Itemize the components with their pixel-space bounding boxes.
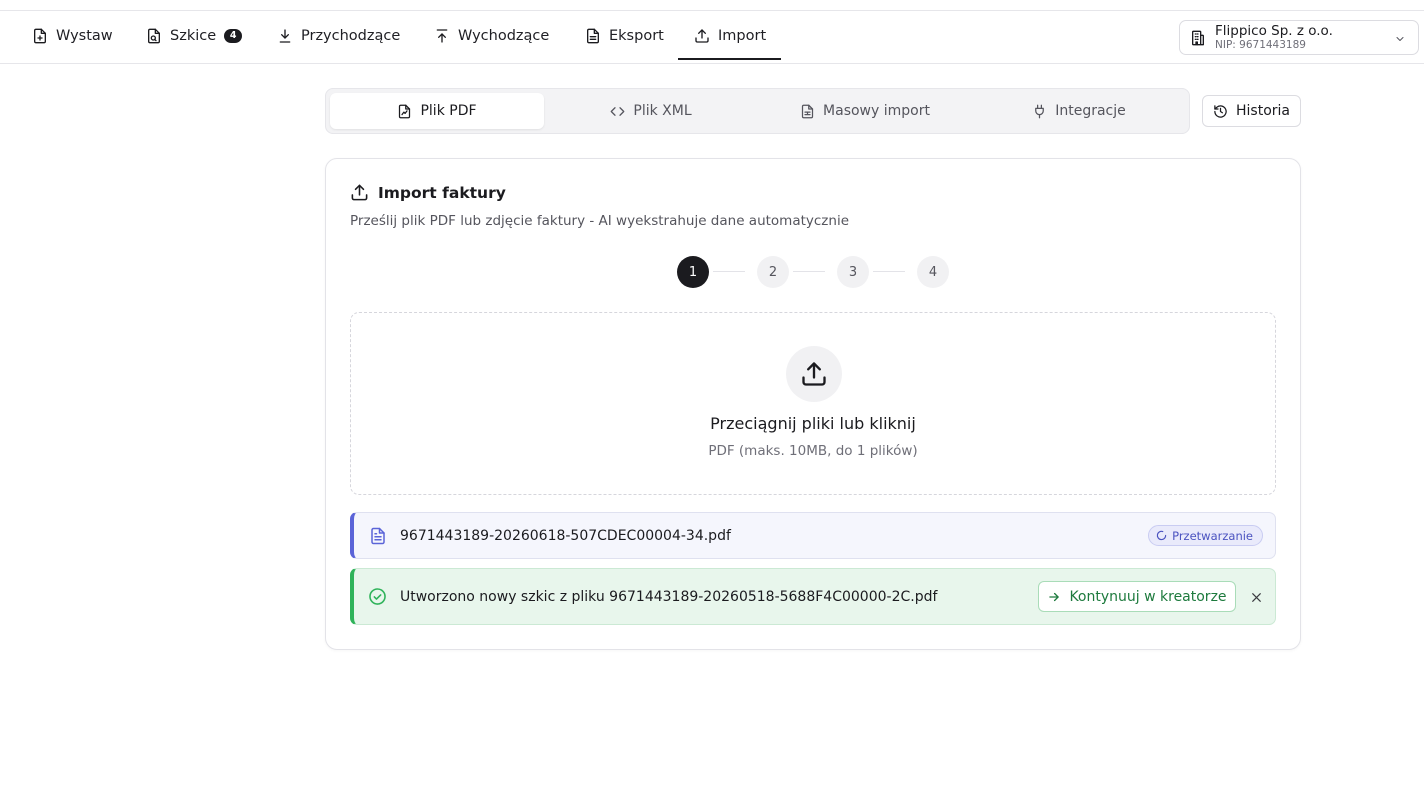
building-icon	[1192, 30, 1204, 45]
status-text: Przetwarzanie	[1172, 528, 1253, 543]
dropzone-hint: PDF (maks. 10MB, do 1 plików)	[708, 443, 918, 459]
tab-plik-xml[interactable]: Plik XML	[544, 93, 758, 129]
card-title: Import faktury	[350, 183, 506, 202]
nav-item-wystaw[interactable]: Wystaw	[32, 11, 113, 60]
import-type-tabs: Plik PDF Plik XML Masowy import Integrac…	[325, 88, 1190, 134]
tab-label: Integracje	[1055, 103, 1126, 119]
file-text-icon	[371, 527, 385, 544]
active-tab-indicator	[678, 58, 781, 60]
dropzone-title: Przeciągnij pliki lub kliknij	[710, 414, 916, 433]
drafts-icon	[148, 28, 160, 43]
upload-icon	[695, 28, 709, 43]
file-pdf-icon	[399, 104, 411, 118]
nav-item-wychodzace[interactable]: Wychodzące	[434, 11, 549, 60]
nav-label: Przychodzące	[301, 27, 401, 44]
step-connector	[793, 271, 825, 272]
spinner-icon	[1156, 530, 1167, 541]
upload-icon	[436, 28, 448, 43]
success-notification: Utworzono nowy szkic z pliku 9671443189-…	[350, 568, 1276, 625]
file-spreadsheet-icon	[801, 104, 814, 118]
tab-label: Plik PDF	[420, 103, 477, 119]
tab-masowy-import[interactable]: Masowy import	[758, 93, 972, 129]
file-dropzone[interactable]: Przeciągnij pliki lub kliknij PDF (maks.…	[350, 312, 1276, 495]
continue-label: Kontynuuj w kreatorze	[1069, 588, 1227, 605]
company-nip: NIP: 9671443189	[1215, 39, 1306, 52]
step-2: 2	[757, 256, 789, 288]
file-plus-icon	[34, 28, 46, 43]
nav-item-przychodzace[interactable]: Przychodzące	[277, 11, 400, 60]
tab-label: Plik XML	[633, 103, 692, 119]
company-selector[interactable]: Flippico Sp. z o.o. NIP: 9671443189	[1179, 20, 1419, 55]
code-icon	[611, 106, 625, 116]
card-subtitle: Prześlij plik PDF lub zdjęcie faktury - …	[350, 213, 850, 229]
upload-circle	[786, 346, 842, 402]
step-1: 1	[677, 256, 709, 288]
nav-item-eksport[interactable]: Eksport	[585, 11, 664, 60]
continue-in-wizard-button[interactable]: Kontynuuj w kreatorze	[1038, 581, 1236, 612]
check-circle-icon	[369, 588, 386, 605]
step-connector	[873, 271, 905, 272]
processing-file-row: 9671443189-20260618-507CDEC00004-34.pdf …	[350, 512, 1276, 559]
nav-label: Import	[718, 27, 767, 44]
arrow-right-icon	[1049, 592, 1060, 601]
plug-icon	[1035, 104, 1045, 118]
download-icon	[279, 28, 291, 43]
tab-plik-pdf[interactable]: Plik PDF	[330, 93, 544, 129]
step-connector	[713, 271, 745, 272]
tab-integracje[interactable]: Integracje	[972, 93, 1186, 129]
tab-label: Masowy import	[823, 103, 930, 119]
close-icon	[1251, 592, 1261, 602]
step-3: 3	[837, 256, 869, 288]
history-label: Historia	[1236, 103, 1290, 119]
success-message: Utworzono nowy szkic z pliku 9671443189-…	[400, 588, 938, 605]
upload-icon	[351, 184, 368, 201]
nav-label: Wystaw	[56, 27, 113, 44]
status-badge: Przetwarzanie	[1148, 525, 1263, 546]
nav-item-szkice[interactable]: Szkice 4	[146, 11, 243, 60]
file-name: 9671443189-20260618-507CDEC00004-34.pdf	[400, 527, 731, 544]
upload-icon	[802, 362, 826, 386]
nav-label: Eksport	[609, 27, 664, 44]
import-card: Import faktury Prześlij plik PDF lub zdj…	[325, 158, 1301, 650]
chevron-down-icon	[1396, 37, 1404, 41]
step-4: 4	[917, 256, 949, 288]
history-button[interactable]: Historia	[1202, 95, 1301, 127]
company-name: Flippico Sp. z o.o.	[1215, 22, 1333, 39]
nav-label: Szkice	[170, 27, 217, 44]
card-title-text: Import faktury	[378, 183, 506, 202]
main-navigation: Wystaw Szkice 4 Przychodzące Wychodzące …	[0, 11, 1424, 64]
nav-item-import[interactable]: Import	[694, 11, 766, 60]
nav-label: Wychodzące	[458, 27, 550, 44]
drafts-count-badge: 4	[224, 28, 243, 43]
file-text-icon	[587, 28, 599, 43]
close-notification-button[interactable]	[1248, 589, 1264, 605]
history-icon	[1214, 104, 1227, 118]
